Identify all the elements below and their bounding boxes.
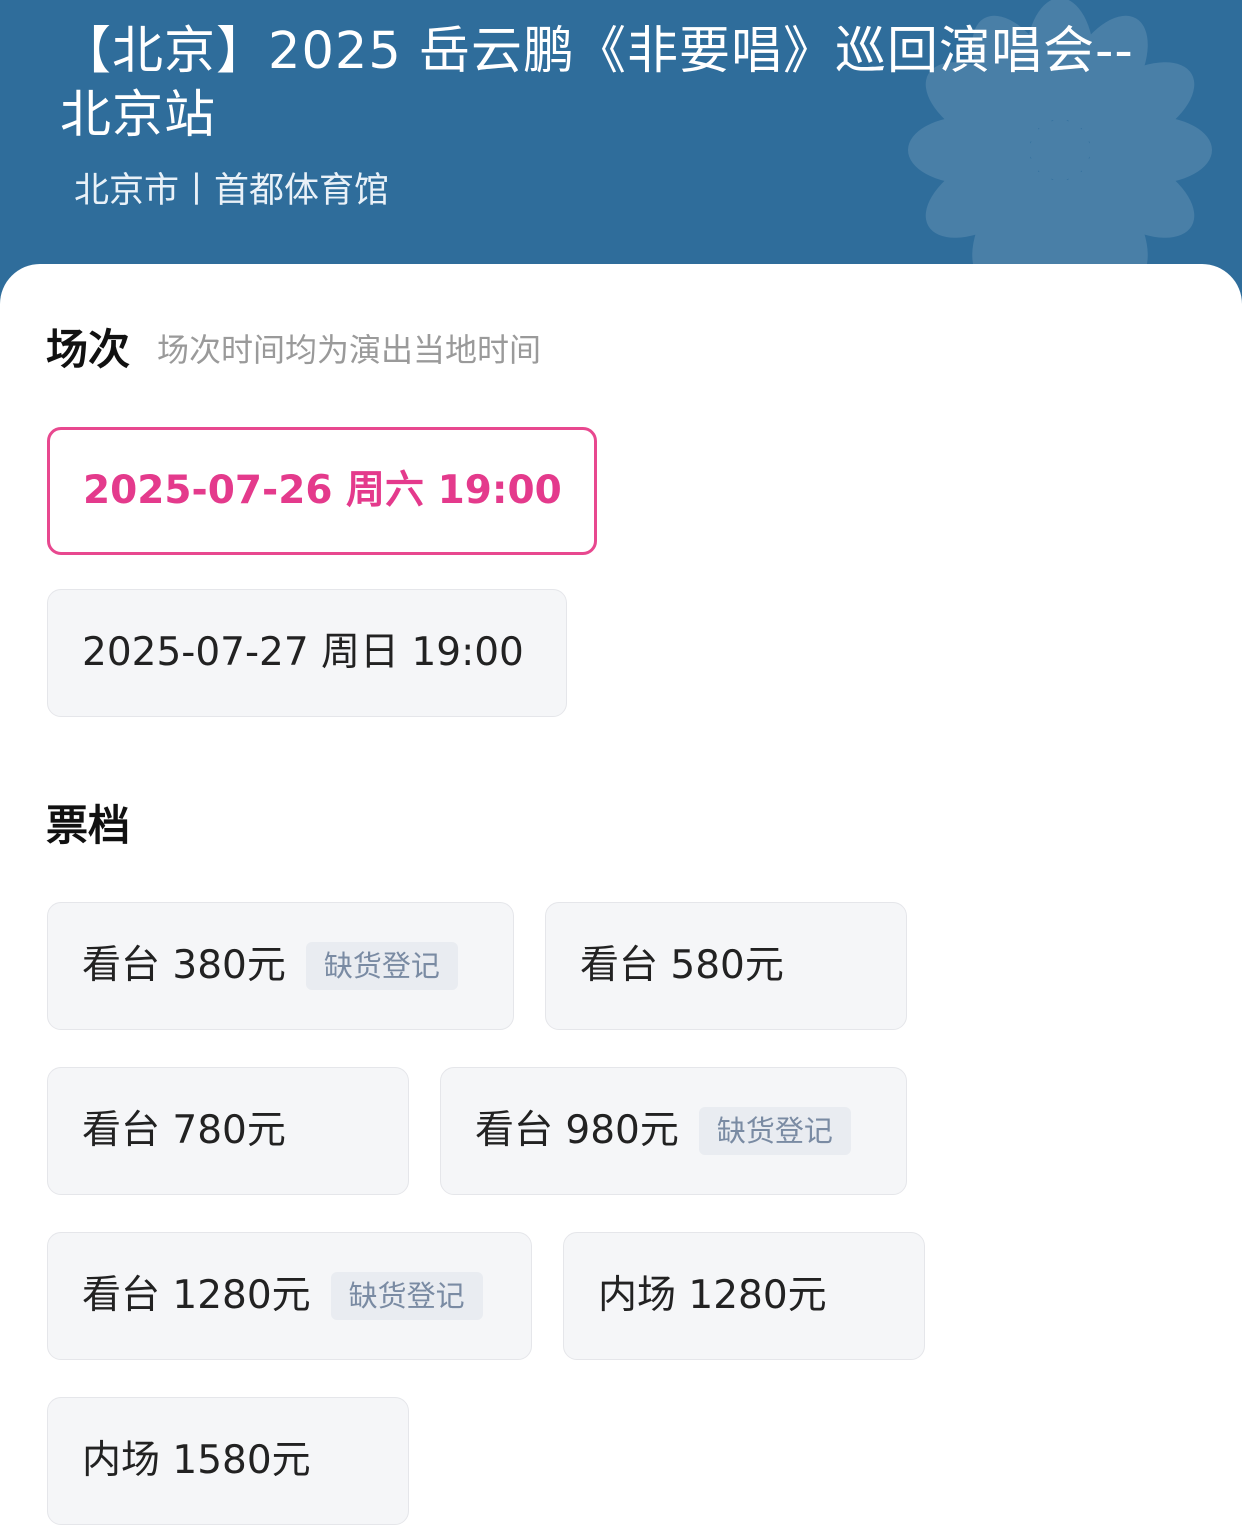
out-of-stock-badge[interactable]: 缺货登记 [698, 1107, 851, 1155]
ticket-label: 看台 1280元 [82, 1273, 311, 1318]
out-of-stock-badge[interactable]: 缺货登记 [305, 942, 458, 990]
ticket-option[interactable]: 看台 380元 缺货登记 [47, 902, 514, 1030]
ticket-label: 看台 780元 [82, 1108, 286, 1153]
ticket-label: 内场 1280元 [598, 1273, 827, 1318]
ticket-label: 看台 980元 [475, 1108, 679, 1153]
event-location: 北京市丨首都体育馆 [74, 171, 390, 211]
ticket-label: 看台 580元 [580, 943, 784, 988]
ticket-option[interactable]: 内场 1280元 [563, 1232, 925, 1360]
sessions-timezone-note: 场次时间均为演出当地时间 [157, 331, 542, 369]
session-label: 2025-07-26 周六 19:00 [83, 468, 562, 513]
ticket-option[interactable]: 看台 1280元 缺货登记 [47, 1232, 532, 1360]
out-of-stock-badge[interactable]: 缺货登记 [330, 1272, 483, 1320]
session-option[interactable]: 2025-07-26 周六 19:00 [47, 427, 597, 555]
session-label: 2025-07-27 周日 19:00 [82, 630, 524, 675]
ticket-option[interactable]: 内场 1580元 [47, 1397, 409, 1525]
ticket-label: 内场 1580元 [82, 1438, 311, 1483]
ticket-option[interactable]: 看台 980元 缺货登记 [440, 1067, 907, 1195]
event-title: 【北京】2025 岳云鹏《非要唱》巡回演唱会--北京站 [60, 22, 1134, 145]
ticket-option[interactable]: 看台 780元 [47, 1067, 409, 1195]
section-title-sessions: 场次 [46, 325, 131, 374]
ticket-option[interactable]: 看台 580元 [545, 902, 907, 1030]
selection-panel: 场次 场次时间均为演出当地时间 2025-07-26 周六 19:00 2025… [0, 264, 1242, 1525]
section-title-tickets: 票档 [46, 801, 131, 850]
ticket-label: 看台 380元 [82, 943, 286, 988]
session-option[interactable]: 2025-07-27 周日 19:00 [47, 589, 567, 717]
